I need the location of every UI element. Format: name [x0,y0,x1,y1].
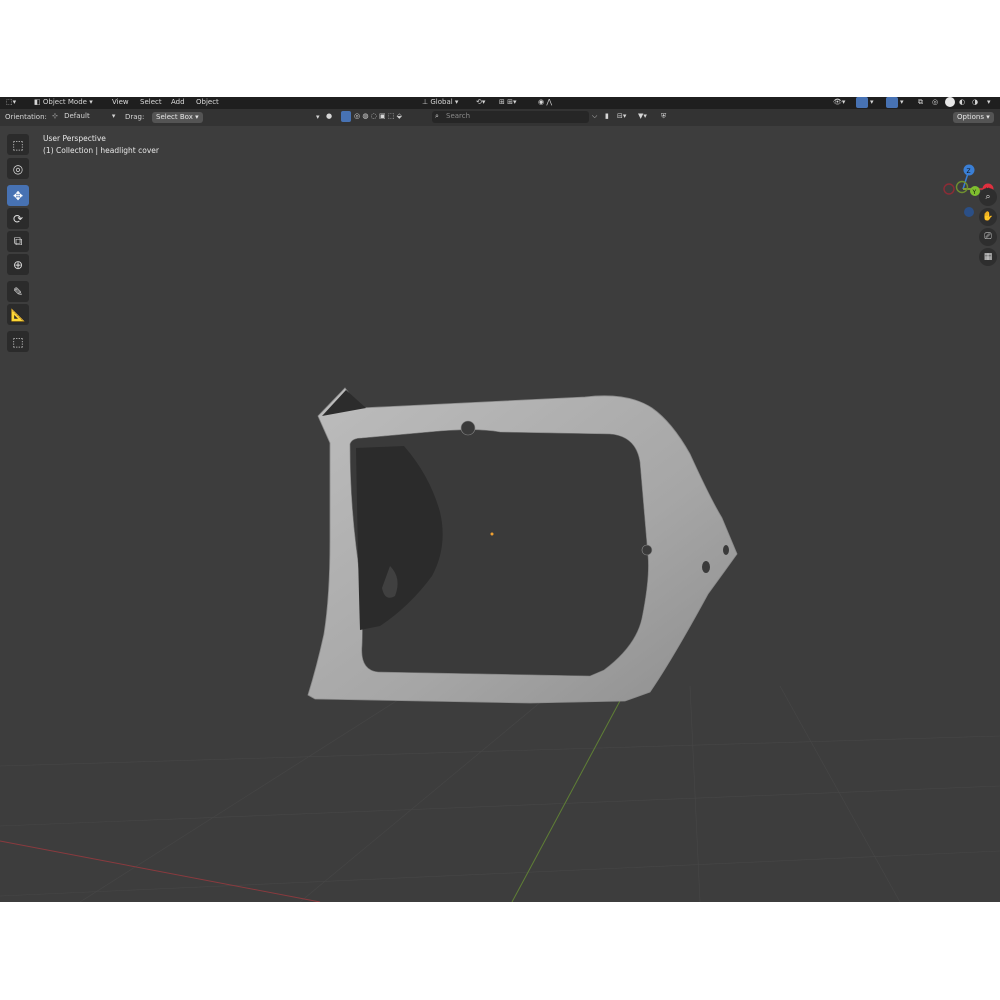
select-box-icon: ⬚ [12,137,24,152]
transform-space-label: Global [430,98,453,106]
menu-object[interactable]: Object [196,98,219,106]
shading-dropdown-icon[interactable]: ▾ [987,98,991,106]
pan-button[interactable]: ✋ [979,208,997,226]
tool-add-cube[interactable]: ⬚ [7,331,29,352]
transform-icon: ⊕ [12,257,24,272]
perspective-label: User Perspective [43,134,106,143]
material-shading-icon[interactable]: ◐ [959,98,965,106]
orientation-axes-icon: ⊹ [52,112,58,120]
drag-dropdown[interactable]: Select Box ▾ [152,112,203,123]
color-ball-icon[interactable]: ● [326,112,332,120]
select-mode-icon[interactable] [341,111,351,122]
xray-icon[interactable]: ⧉ [918,98,923,107]
search-placeholder: Search [446,112,471,120]
zoom-button[interactable]: ⌕ [979,188,997,206]
add-cube-icon: ⬚ [12,334,24,349]
menu-view[interactable]: View [112,98,129,106]
menu-add[interactable]: Add [171,98,185,106]
blender-window: ⬚▾ ◧ Object Mode ▾ View Select Add Objec… [0,97,1000,902]
camera-view-button[interactable]: ⎚ [979,228,997,246]
neg-x-axis-ball [943,183,955,195]
tool-settings-bar: Orientation: ⊹ Default ▾ Drag: Select Bo… [0,109,1000,126]
hierarchy-icon[interactable]: ⊟▾ [617,112,626,120]
move-icon: ✥ [12,188,24,203]
mounting-hole-2 [723,545,729,555]
x-axis-line [0,840,321,902]
search-icon: ⌕ [435,112,439,120]
proportional-edit-icon[interactable]: ◉ ⋀ [538,98,552,106]
tool-rotate[interactable]: ⟳ [7,208,29,229]
tool-cursor[interactable]: ◎ [7,158,29,179]
drag-value: Select Box [156,113,193,121]
rendered-shading-icon[interactable]: ◑ [972,98,978,106]
filter-icon[interactable]: ▼▾ [638,112,647,120]
mounting-hole-1 [702,561,710,573]
headlight-cover-mesh [307,387,738,704]
viewport-scene: Z Y X [0,164,1000,902]
hand-icon: ✋ [982,212,994,222]
object-mode-dropdown[interactable]: ◧ Object Mode ▾ [34,98,93,106]
tool-transform[interactable]: ⊕ [7,254,29,275]
menu-select[interactable]: Select [140,98,162,106]
neg-y-axis-ball [955,180,969,194]
camera-icon: ⎚ [984,232,992,242]
orientation-label: Orientation: [5,113,47,121]
mounting-notch [460,420,476,436]
orientation-icon: ⊥ [422,98,429,106]
overlay-toggle-icon[interactable] [886,97,898,108]
overlay-dropdown-icon: ▾ [900,98,904,106]
measure-icon: 📐 [10,307,26,322]
solid-shading-icon[interactable] [945,97,955,107]
cursor-icon: ◎ [12,161,24,176]
bookmark-icon[interactable]: ▮ [605,112,609,120]
drag-label: Drag: [125,113,145,121]
object-origin [490,532,494,536]
neg-z-axis-ball [964,207,974,217]
snap-icon[interactable]: ⊞ ⊞▾ [499,98,516,106]
gizmo-dropdown-icon: ▾ [870,98,874,106]
rotate-icon: ⟳ [12,211,24,226]
chevron-down-icon: ▾ [111,112,116,120]
3d-viewport[interactable]: Z Y X User Perspective (1) Collection | … [0,126,1000,902]
transform-orientation-dropdown[interactable]: ⊥ Global ▾ [422,98,458,106]
zoom-icon: ⌕ [985,192,991,202]
options-button[interactable]: Options ▾ [953,112,994,123]
ortho-toggle-button[interactable]: ▦ [979,248,997,266]
gizmo-toggle-icon[interactable] [856,97,868,108]
object-mode-label: Object Mode [42,98,87,106]
pivot-icon[interactable]: ⟲▾ [476,98,485,106]
orientation-value: Default [64,112,90,120]
orientation-dropdown[interactable]: ⊹ Default ▾ [52,112,115,120]
shield-icon[interactable]: ⛨ [661,112,666,121]
filter-dropdown-icon[interactable]: ▾ [316,113,320,121]
side-notch [641,544,653,556]
search-input[interactable]: ⌕ Search [432,111,589,123]
gizmo-y-label: Y [972,189,977,196]
tool-select-box[interactable]: ⬚ [7,134,29,155]
y-axis-line [511,685,629,902]
visibility-icon[interactable]: 👁▾ [833,98,845,106]
options-label: Options [957,113,985,121]
tool-annotate[interactable]: ✎ [7,281,29,302]
tool-scale[interactable]: ⧉ [7,231,29,252]
editor-type-icon[interactable]: ⬚▾ [6,98,16,106]
tool-measure[interactable]: 📐 [7,304,29,325]
viewport-header: ⬚▾ ◧ Object Mode ▾ View Select Add Objec… [0,97,1000,109]
scale-icon: ⧉ [13,234,23,248]
search-options-icon[interactable]: ⌵ [592,112,597,121]
object-types-icons[interactable]: ◎ ◍ ◌ ▣ ⬚ ⬙ [354,112,402,120]
object-mode-icon: ◧ [34,98,41,106]
annotate-icon: ✎ [12,284,24,299]
tool-move[interactable]: ✥ [7,185,29,206]
wireframe-shading-icon[interactable]: ◎ [932,98,938,106]
grid-icon: ▦ [983,252,993,262]
collection-label: (1) Collection | headlight cover [43,146,159,155]
gizmo-z-label: Z [967,168,971,175]
